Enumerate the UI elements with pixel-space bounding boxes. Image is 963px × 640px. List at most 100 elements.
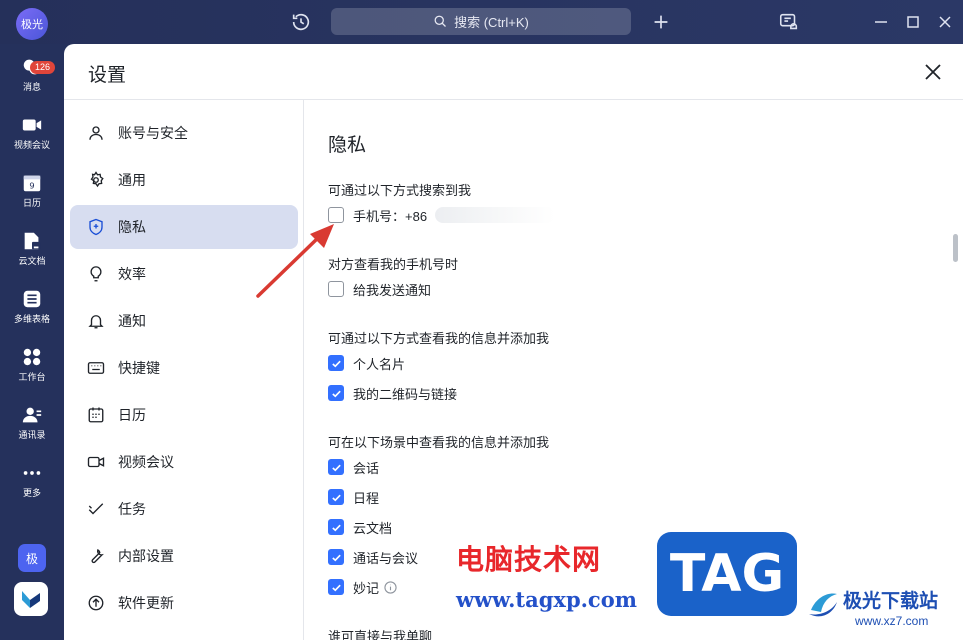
nav-item-tasks[interactable]: 任务 <box>70 487 298 531</box>
keyboard-icon <box>87 362 105 374</box>
rail-label: 视频会议 <box>13 140 50 150</box>
rail-label: 消息 <box>22 82 41 92</box>
rail-item-workbench[interactable]: 工作台 <box>0 346 64 396</box>
check-icon <box>331 360 341 367</box>
site-name: 极光下载站 <box>843 590 939 612</box>
nav-item-shortcuts[interactable]: 快捷键 <box>70 346 298 390</box>
user-icon <box>89 126 103 140</box>
rail-item-contacts[interactable]: 通讯录 <box>0 404 64 454</box>
nav-item-general[interactable]: 通用 <box>70 158 298 202</box>
rail-label: 通讯录 <box>18 430 46 440</box>
info-icon[interactable] <box>384 580 397 594</box>
svg-text:9: 9 <box>29 181 34 191</box>
checkbox-checked[interactable] <box>328 355 344 371</box>
group-label-add-via: 可通过以下方式查看我的信息并添加我 <box>328 331 550 346</box>
rail-label: 更多 <box>22 488 41 498</box>
nav-item-video-meeting[interactable]: 视频会议 <box>70 440 298 484</box>
notification-list-icon[interactable] <box>778 11 800 33</box>
group-label-direct-chat: 谁可直接与我单聊 <box>328 629 433 640</box>
redacted-phone-number <box>435 207 556 223</box>
option-personal-card[interactable]: 个人名片 <box>328 353 405 373</box>
nav-item-notifications[interactable]: 通知 <box>70 299 298 343</box>
option-phone-search[interactable]: 手机号：+86 <box>328 205 556 225</box>
check-icon <box>331 494 341 501</box>
option-label: 手机号：+86 <box>353 208 428 224</box>
gear-icon <box>90 171 104 188</box>
rail-label: 多维表格 <box>13 314 50 324</box>
group-label-search: 可通过以下方式搜索到我 <box>328 183 472 198</box>
checkbox-checked[interactable] <box>328 385 344 401</box>
maximize-icon[interactable] <box>904 13 922 31</box>
nav-label: 隐私 <box>118 219 146 235</box>
nav-label: 日历 <box>118 407 146 423</box>
nav-item-calendar[interactable]: 日历 <box>70 393 298 437</box>
settings-nav: 账号与安全 通用 隐私 效率 通知 快捷键 日历 视频会议 任务 内部设置 软件… <box>64 100 304 640</box>
scrollbar-thumb[interactable] <box>953 234 958 262</box>
rail-item-messages[interactable]: 消息 126 <box>0 56 64 106</box>
option-scene-chat[interactable]: 会话 <box>328 457 379 477</box>
watermark-tag-logo: TAG <box>657 532 797 616</box>
option-label: 云文档 <box>353 520 393 536</box>
checkbox-checked[interactable] <box>328 549 344 565</box>
checkbox-checked[interactable] <box>328 519 344 535</box>
check-icon <box>331 554 341 561</box>
grid-icon <box>23 348 41 366</box>
watermark-site: 极光下载站 www.xz7.com <box>805 582 963 640</box>
site-url: www.xz7.com <box>855 614 929 628</box>
task-check-icon <box>88 503 104 515</box>
shield-icon <box>89 218 103 236</box>
title-bar: 极光 搜索 (Ctrl+K) <box>0 0 963 44</box>
app-logo-icon <box>22 591 40 608</box>
nav-label: 快捷键 <box>118 360 160 376</box>
option-label: 给我发送通知 <box>353 282 432 298</box>
avatar[interactable]: 极光 <box>16 8 48 40</box>
group-label-view-phone: 对方查看我的手机号时 <box>328 257 459 272</box>
watermark-brand: 电脑技术网 <box>456 543 602 576</box>
option-scene-calls-meetings[interactable]: 通话与会议 <box>328 547 418 567</box>
wrench-icon <box>91 549 104 564</box>
option-label: 会话 <box>353 460 380 476</box>
history-icon[interactable] <box>290 11 312 33</box>
rail-label: 云文档 <box>18 256 46 266</box>
search-bar[interactable]: 搜索 (Ctrl+K) <box>331 8 631 35</box>
checkbox-checked[interactable] <box>328 459 344 475</box>
option-scene-cloud-docs[interactable]: 云文档 <box>328 517 392 537</box>
video-camera-icon <box>22 119 42 131</box>
plus-icon[interactable] <box>650 11 672 33</box>
rail-item-video-meeting[interactable]: 视频会议 <box>0 114 64 164</box>
minimize-icon[interactable] <box>872 13 890 31</box>
search-icon <box>434 15 447 27</box>
annotation-arrow <box>256 224 334 298</box>
option-qr-link[interactable]: 我的二维码与链接 <box>328 383 457 403</box>
option-notify[interactable]: 给我发送通知 <box>328 279 431 299</box>
nav-item-internal-settings[interactable]: 内部设置 <box>70 534 298 578</box>
rail-item-more[interactable]: 更多 <box>0 462 64 512</box>
nav-item-account-security[interactable]: 账号与安全 <box>70 111 298 155</box>
close-window-icon[interactable] <box>936 13 954 31</box>
bell-icon <box>88 315 104 329</box>
nav-label: 内部设置 <box>118 548 174 564</box>
rail-item-multidim-table[interactable]: 多维表格 <box>0 288 64 338</box>
calendar-icon: 9 <box>23 175 41 192</box>
checkbox-checked[interactable] <box>328 579 344 595</box>
option-label: 日程 <box>353 490 380 506</box>
close-icon[interactable] <box>922 61 944 83</box>
app-logo[interactable] <box>14 582 48 616</box>
rail-label: 日历 <box>22 198 41 208</box>
option-scene-minutes[interactable]: 妙记 <box>328 577 397 597</box>
nav-item-software-update[interactable]: 软件更新 <box>70 581 298 625</box>
option-label: 通话与会议 <box>353 550 419 566</box>
more-dots-icon <box>23 471 41 475</box>
rail-label: 工作台 <box>18 372 46 382</box>
update-arrow-icon <box>88 595 104 611</box>
option-label: 个人名片 <box>353 356 406 372</box>
option-label: 妙记 <box>353 580 380 596</box>
rail-item-cloud-docs[interactable]: 云文档 <box>0 230 64 280</box>
check-icon <box>331 584 341 591</box>
rail-item-calendar[interactable]: 9 日历 <box>0 172 64 222</box>
option-scene-schedule[interactable]: 日程 <box>328 487 379 507</box>
dialog-title: 设置 <box>88 65 127 86</box>
nav-label: 软件更新 <box>118 595 174 611</box>
checkbox-checked[interactable] <box>328 489 344 505</box>
brand-tile[interactable]: 极 <box>18 544 46 572</box>
